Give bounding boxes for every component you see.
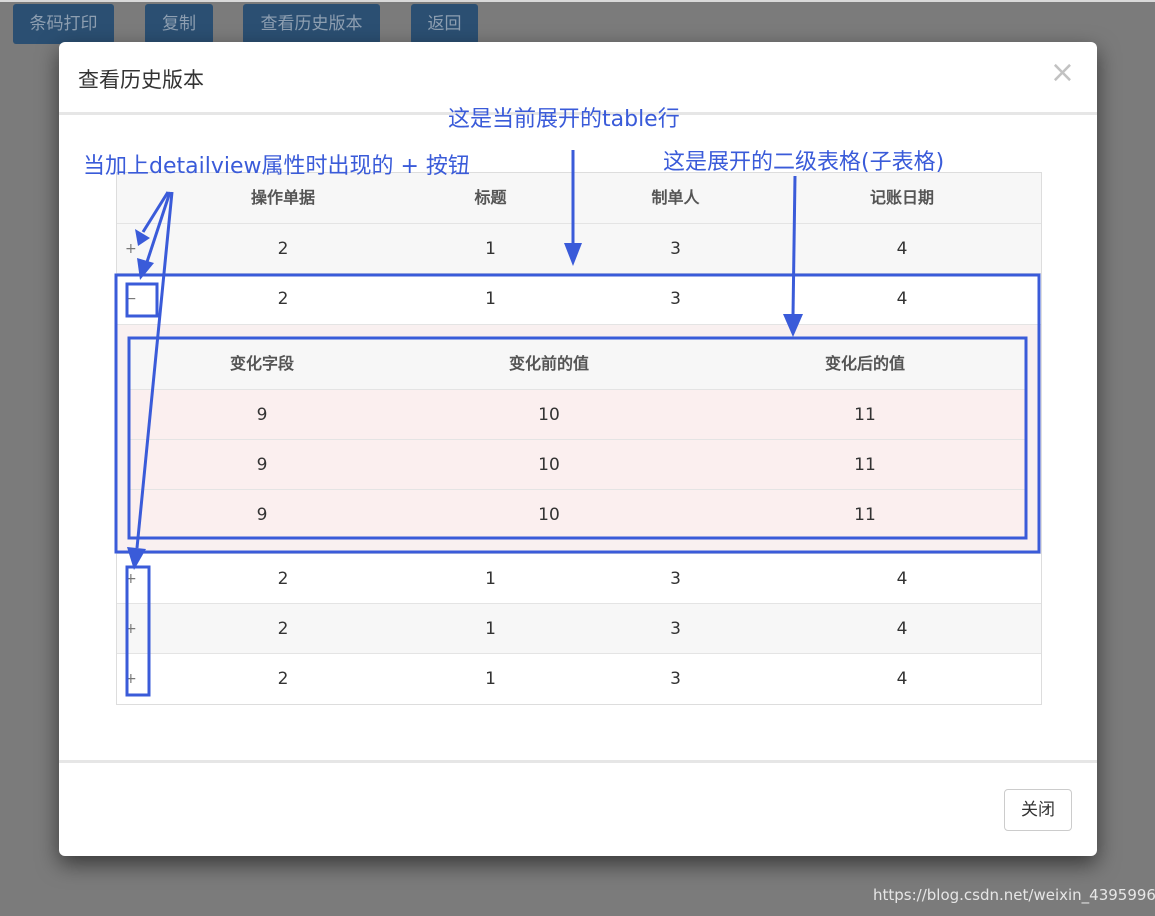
- arrow-current-row: [564, 150, 582, 266]
- subtable-highlight: [127, 336, 1028, 540]
- watermark: https://blog.csdn.net/weixin_43959963: [873, 886, 1155, 904]
- annotation-subtable: 这是展开的二级表格(子表格): [663, 150, 945, 175]
- arrow-subtable: [783, 175, 803, 337]
- expanded-row-highlight: [114, 273, 1041, 554]
- annotation-overlay: [114, 150, 1041, 697]
- expand-buttons-highlight: [125, 565, 151, 697]
- annotation-detailview: 当加上detailview属性时出现的 + 按钮: [83, 154, 470, 179]
- arrow-detailview: [127, 191, 174, 570]
- annotation-current-row: 这是当前展开的table行: [448, 107, 680, 132]
- collapse-button-highlight: [125, 282, 159, 318]
